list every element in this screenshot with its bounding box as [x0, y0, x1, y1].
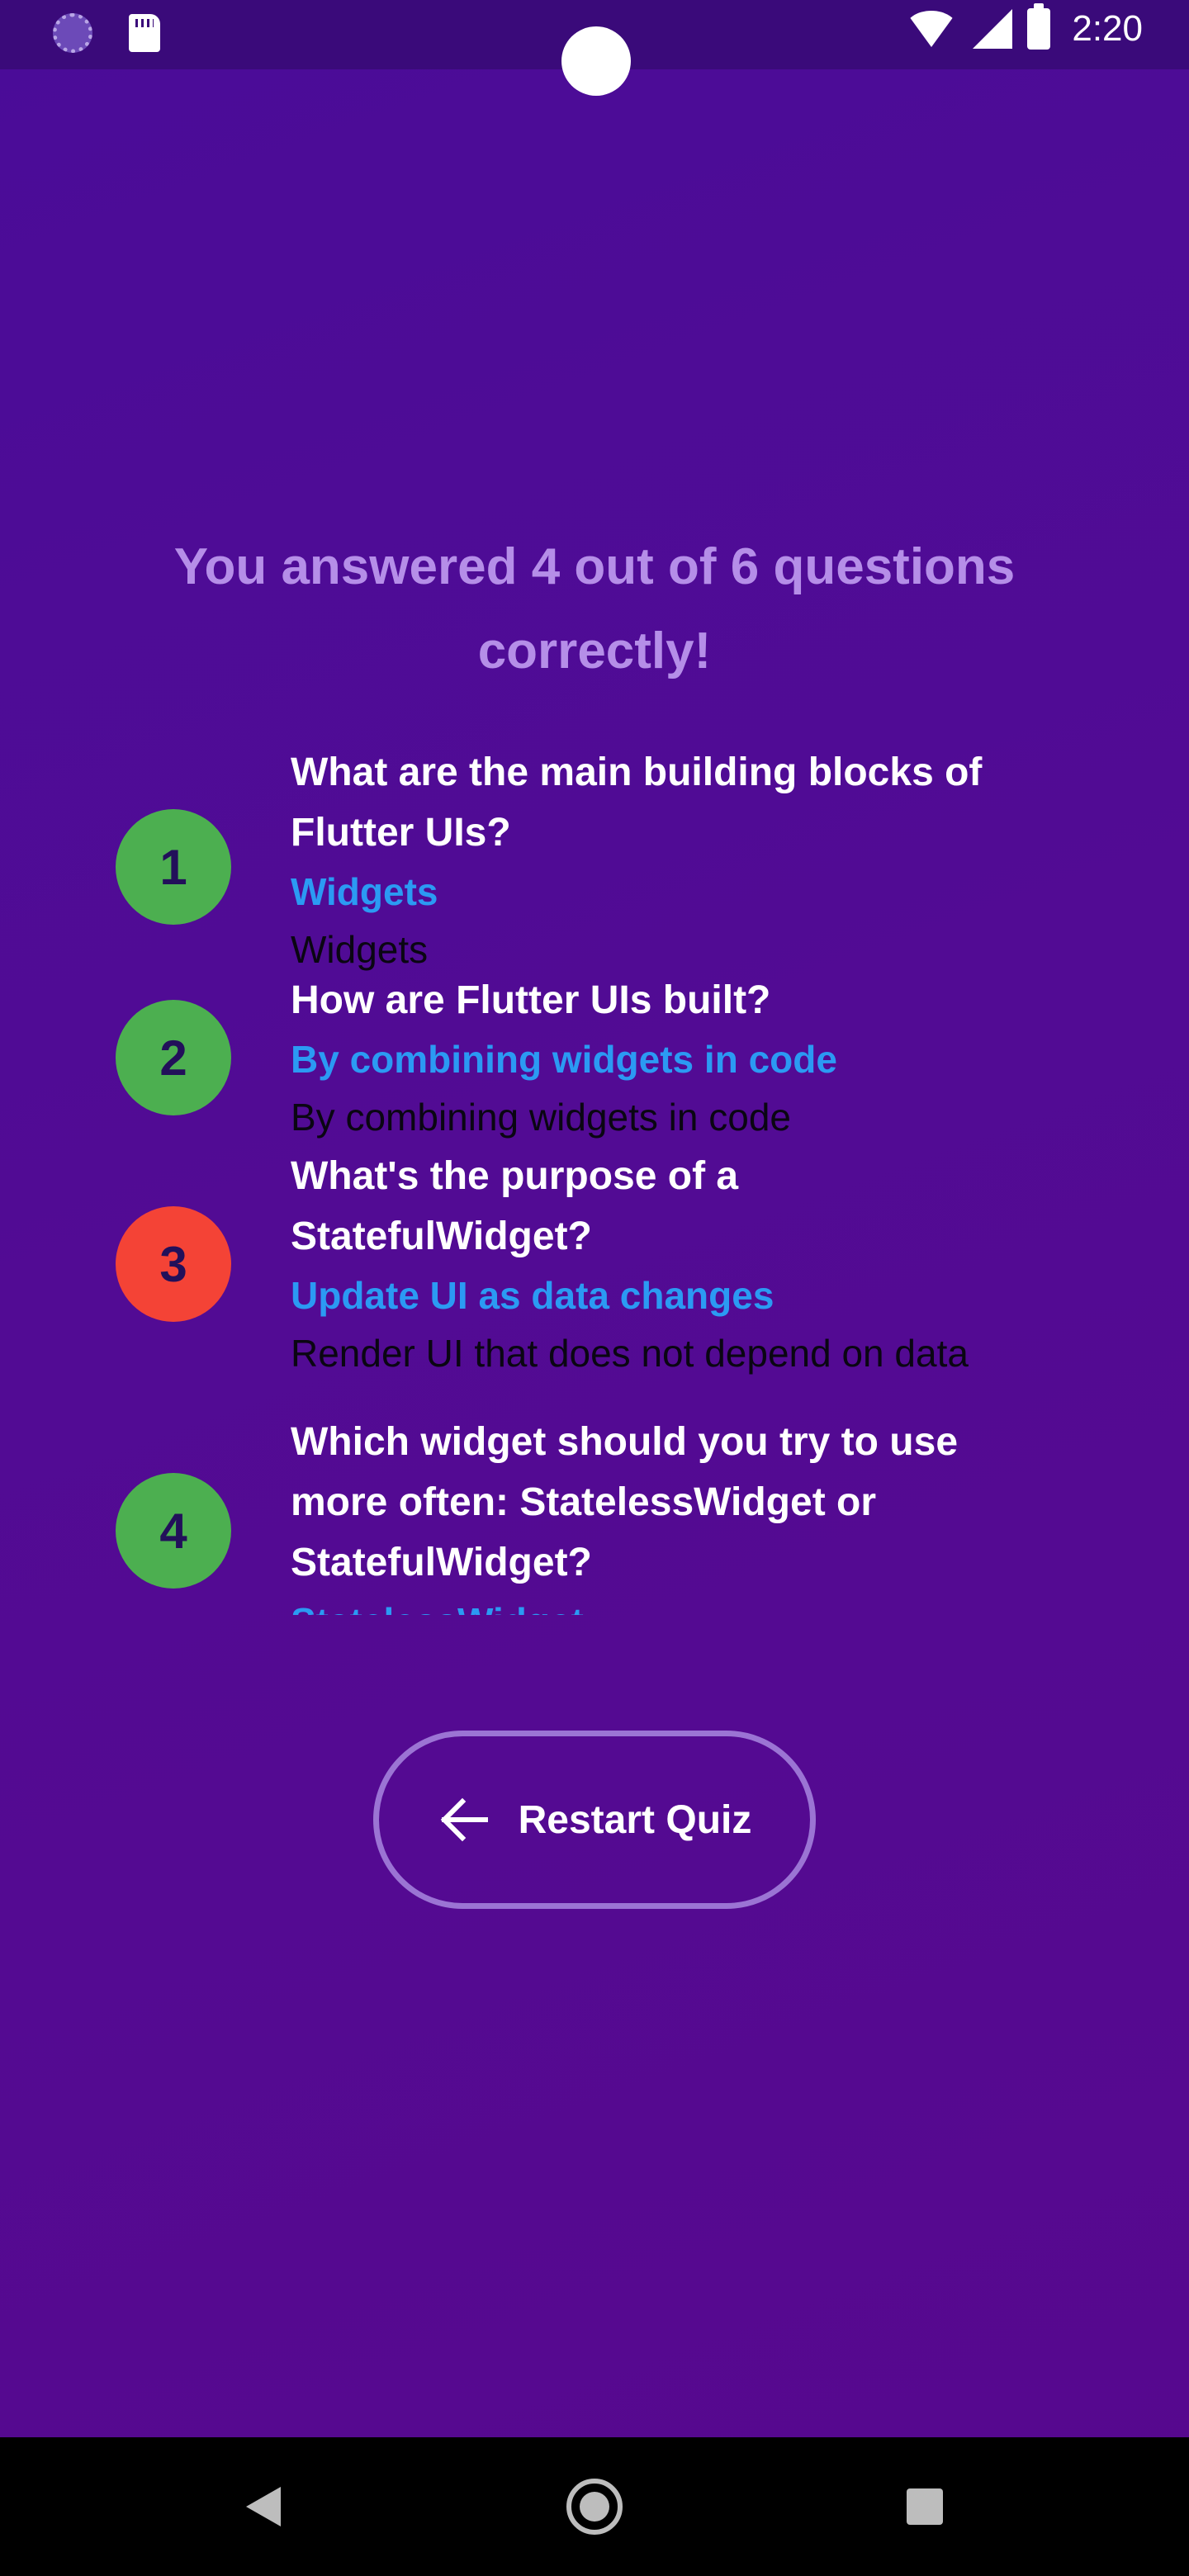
question-text: What are the main building blocks of Flu…: [291, 751, 983, 855]
home-icon[interactable]: [566, 2479, 623, 2535]
result-item-1: 1 What are the main building blocks of F…: [0, 751, 1189, 971]
question-text: What's the purpose of a StatefulWidget?: [291, 1154, 739, 1258]
question-number-badge: 3: [116, 1206, 231, 1322]
question-number-badge: 1: [116, 809, 231, 925]
battery-icon: [1027, 3, 1051, 50]
arrow-left-icon: [438, 1797, 490, 1843]
result-item-3: 3 What's the purpose of a StatefulWidget…: [0, 1146, 1189, 1382]
user-answer: By combining widgets in code: [291, 1095, 791, 1139]
question-number-badge: 4: [116, 1473, 231, 1589]
correct-answer: Update UI as data changes: [291, 1274, 775, 1317]
signal-icon: [973, 9, 1013, 49]
status-bar: 2:20: [0, 0, 1189, 96]
restart-quiz-label: Restart Quiz: [518, 1797, 752, 1842]
sd-card-icon: [129, 14, 160, 52]
restart-quiz-button[interactable]: Restart Quiz: [373, 1731, 816, 1909]
result-item-2: 2 How are Flutter UIs built? By combinin…: [0, 969, 1189, 1146]
recents-icon[interactable]: [907, 2488, 943, 2525]
wifi-off-icon: [905, 11, 959, 47]
correct-answer: Widgets: [291, 870, 438, 913]
back-icon[interactable]: [246, 2487, 281, 2526]
results-list[interactable]: 1 What are the main building blocks of F…: [0, 751, 1189, 1615]
result-item-4: 4 Which widget should you try to use mor…: [0, 1382, 1189, 1615]
question-text: Which widget should you try to use more …: [291, 1419, 959, 1584]
summary-headline: You answered 4 out of 6 questions correc…: [173, 538, 1016, 680]
camera-cutout: [561, 26, 631, 96]
clock: 2:20: [1072, 8, 1143, 49]
question-text: How are Flutter UIs built?: [291, 978, 771, 1022]
user-answer: Render UI that does not depend on data: [291, 1332, 969, 1375]
question-number-badge: 2: [116, 1000, 231, 1115]
sync-icon: [53, 13, 92, 53]
correct-answer: By combining widgets in code: [291, 1037, 837, 1081]
correct-answer: StatelessWidget: [291, 1593, 1050, 1616]
navigation-bar: [0, 2437, 1189, 2576]
